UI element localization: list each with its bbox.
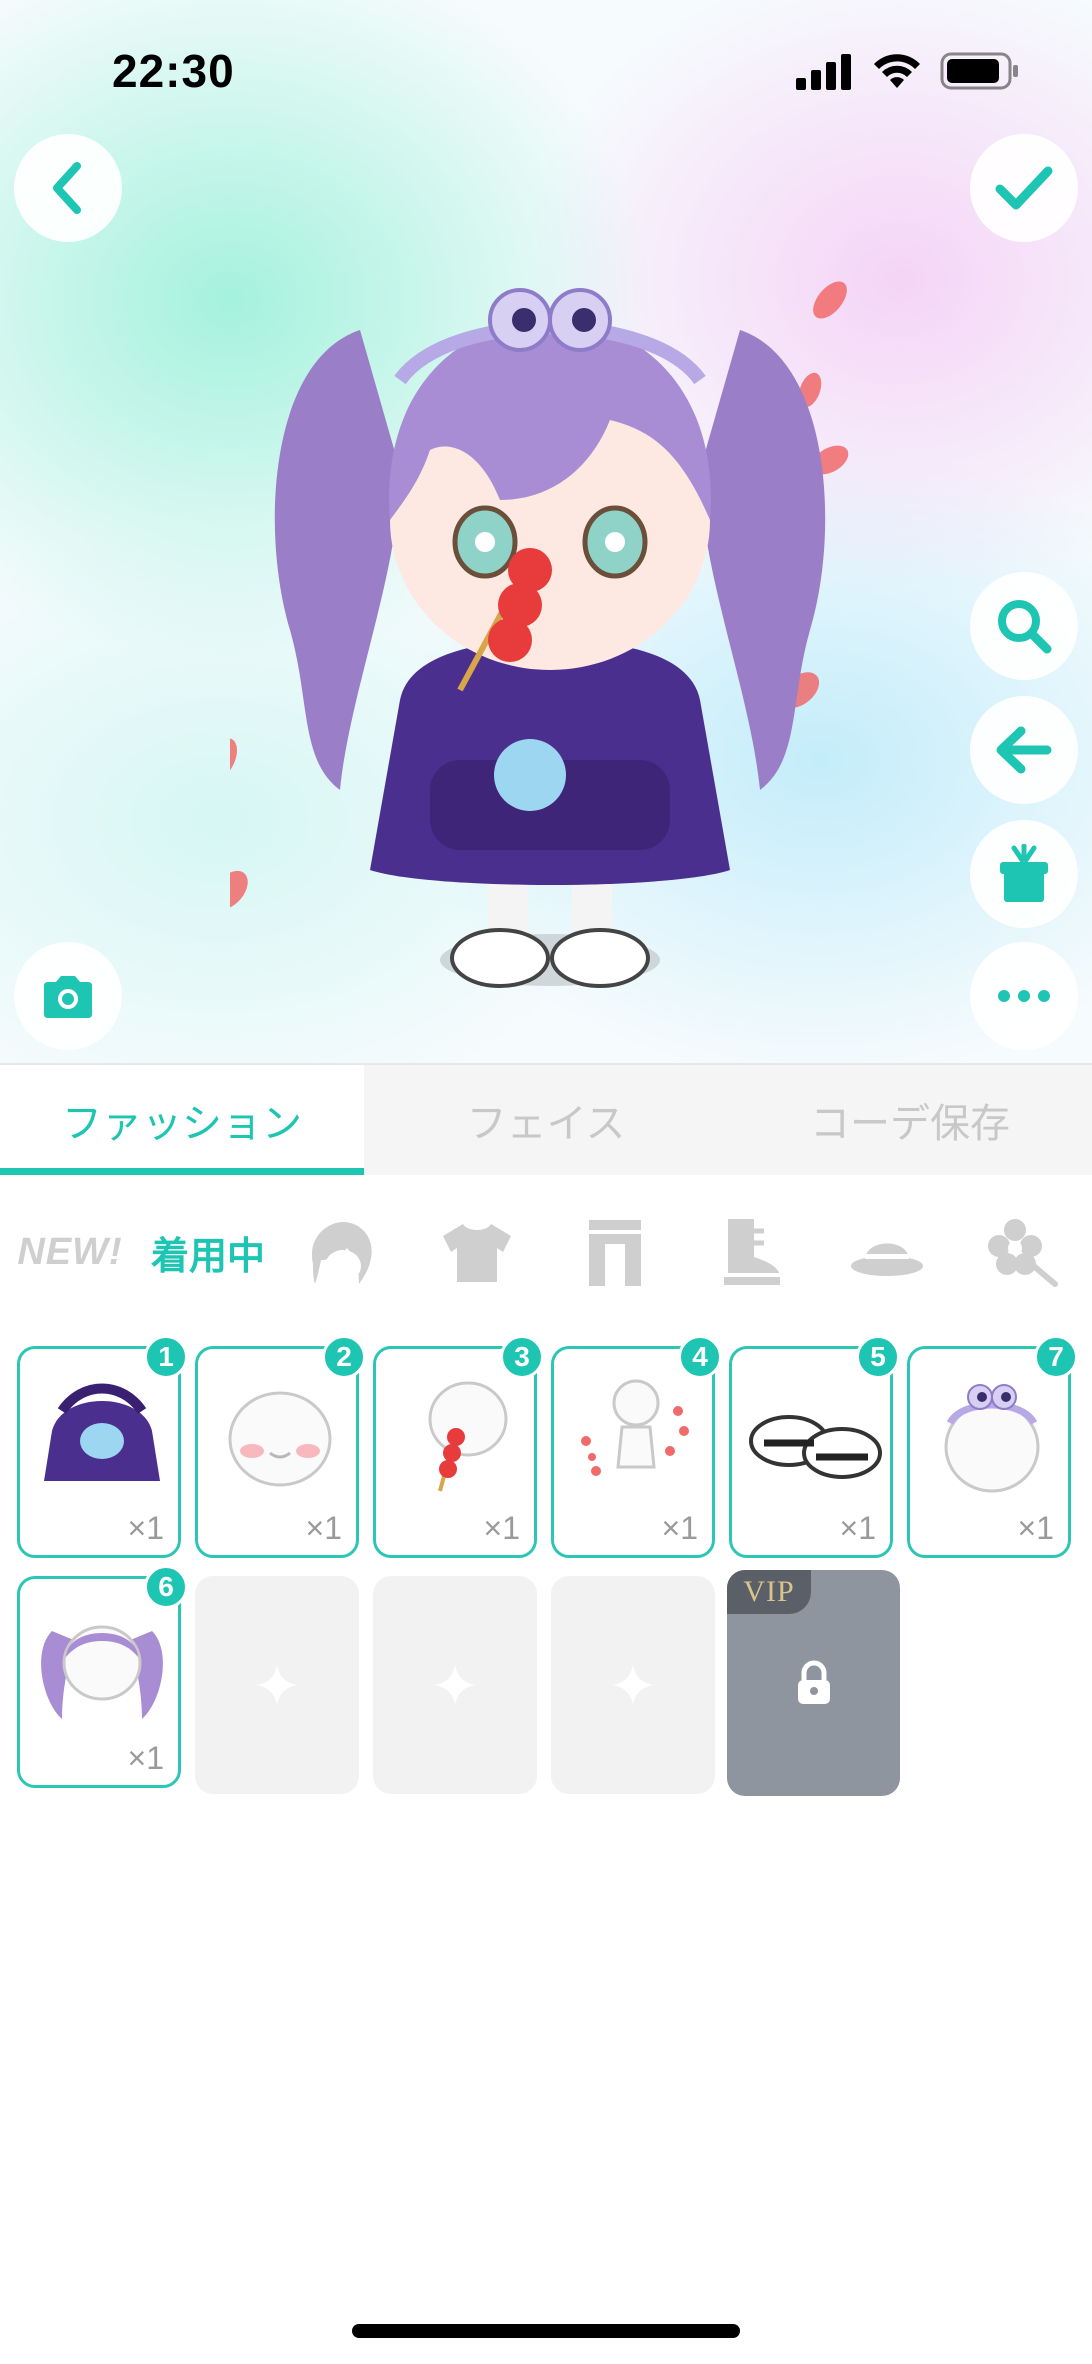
item-order-badge: 5 <box>856 1335 900 1379</box>
eyeball-headband-icon <box>944 1384 1040 1493</box>
search-icon <box>998 600 1052 654</box>
item-petal-effect[interactable]: 4 ×1 <box>551 1335 722 1558</box>
item-order-badge: 4 <box>678 1335 722 1379</box>
tab-face[interactable]: フェイス <box>364 1065 728 1175</box>
camera-button[interactable] <box>14 942 122 1050</box>
more-button[interactable] <box>970 942 1078 1050</box>
sparkle-icon <box>257 1665 297 1705</box>
gift-button[interactable] <box>970 820 1078 928</box>
category-hair[interactable] <box>296 1190 386 1315</box>
category-tops[interactable] <box>432 1190 522 1315</box>
hair-icon <box>311 1221 372 1284</box>
category-bottoms[interactable] <box>570 1190 660 1315</box>
arrow-left-icon <box>996 726 1052 774</box>
petal-effect-icon <box>581 1379 689 1476</box>
category-wearing[interactable]: 着用中 <box>148 1190 268 1315</box>
vip-locked-slot[interactable]: VIP <box>727 1570 900 1796</box>
zoom-button[interactable] <box>970 572 1078 680</box>
item-order-badge: 7 <box>1034 1335 1078 1379</box>
boots-icon <box>724 1218 780 1285</box>
item-order-badge: 2 <box>322 1335 366 1379</box>
item-hoodie[interactable]: 1 ×1 <box>17 1335 188 1558</box>
category-hats[interactable] <box>842 1190 932 1315</box>
item-quantity: ×1 <box>305 1510 342 1546</box>
item-quantity: ×1 <box>127 1740 164 1776</box>
item-order-badge: 1 <box>144 1335 188 1379</box>
camera-icon <box>44 976 92 1018</box>
item-sneakers[interactable]: 5 ×1 <box>729 1335 900 1558</box>
empty-slot[interactable] <box>373 1576 537 1794</box>
avatar-character <box>230 281 849 988</box>
hat-icon <box>851 1243 923 1276</box>
vip-tag: VIP <box>727 1570 811 1614</box>
item-face-blush[interactable]: 2 ×1 <box>195 1335 366 1558</box>
status-time: 22:30 <box>112 45 235 97</box>
candied-strawberry-icon <box>428 1381 508 1492</box>
item-quantity: ×1 <box>1017 1510 1054 1546</box>
category-accessories[interactable] <box>978 1190 1068 1315</box>
item-quantity: ×1 <box>127 1510 164 1546</box>
purple-hoodie-icon <box>44 1383 160 1481</box>
blush-face-icon <box>228 1391 332 1487</box>
item-candied-strawberry[interactable]: 3 ×1 <box>373 1335 544 1558</box>
undo-button[interactable] <box>970 696 1078 804</box>
lock-icon <box>797 1660 830 1704</box>
sparkle-icon <box>435 1665 475 1705</box>
category-bar: NEW! 着用中 <box>0 1190 1092 1315</box>
signal-icon <box>796 54 851 90</box>
back-button[interactable] <box>14 134 122 242</box>
item-order-badge: 3 <box>500 1335 544 1379</box>
tops-icon <box>443 1223 511 1282</box>
tab-fashion[interactable]: ファッション <box>0 1065 364 1175</box>
status-bar: 22:30 <box>0 0 1092 140</box>
avatar-preview: 22:30 <box>0 0 1092 1063</box>
purple-twintails-icon <box>41 1625 163 1719</box>
empty-slot[interactable] <box>551 1576 715 1794</box>
wifi-icon <box>874 54 920 88</box>
item-quantity: ×1 <box>661 1510 698 1546</box>
more-dots-icon <box>998 990 1050 1002</box>
item-quantity: ×1 <box>483 1510 520 1546</box>
item-headband[interactable]: 7 ×1 <box>907 1335 1078 1558</box>
flower-accessory-icon <box>988 1218 1058 1287</box>
home-indicator[interactable] <box>352 2324 740 2338</box>
tab-saved-coordinates[interactable]: コーデ保存 <box>728 1065 1092 1175</box>
sparkle-icon <box>613 1665 653 1705</box>
confirm-button[interactable] <box>970 134 1078 242</box>
item-quantity: ×1 <box>839 1510 876 1546</box>
gift-box-icon <box>1000 844 1048 902</box>
chevron-left-icon <box>53 162 81 214</box>
check-icon <box>995 166 1053 210</box>
item-twintails[interactable]: 6 ×1 <box>17 1565 188 1788</box>
category-shoes[interactable] <box>706 1190 796 1315</box>
empty-slot[interactable] <box>195 1576 359 1794</box>
category-new[interactable]: NEW! <box>10 1190 130 1315</box>
white-sneakers-icon <box>749 1415 882 1479</box>
battery-icon <box>940 52 1018 90</box>
bottoms-icon <box>589 1219 641 1286</box>
item-order-badge: 6 <box>144 1565 188 1609</box>
main-tabs: ファッション フェイス コーデ保存 <box>0 1063 1092 1175</box>
